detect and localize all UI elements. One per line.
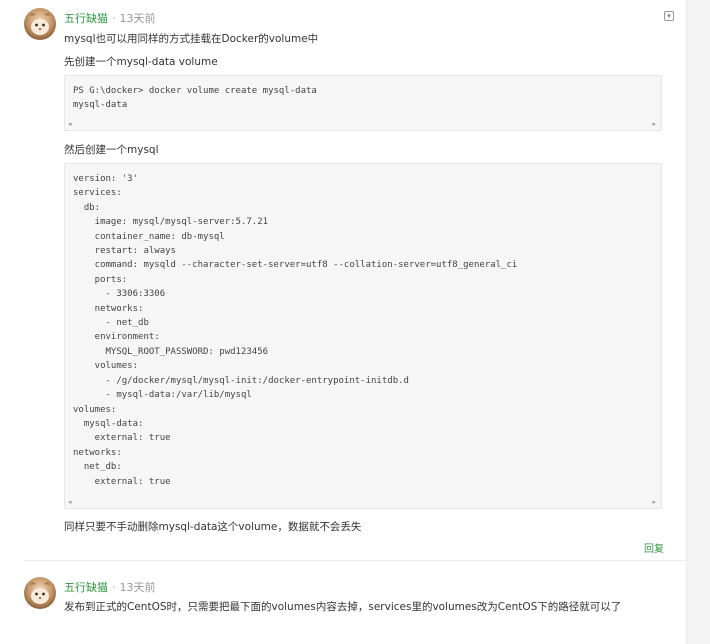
- comment-line-step1: 先创建一个mysql-data volume: [64, 56, 218, 68]
- collapse-icon[interactable]: ▾: [664, 11, 674, 21]
- reply-button[interactable]: 回复: [644, 540, 664, 555]
- comment-time: 13天前: [119, 581, 156, 594]
- separator-dot: ·: [112, 581, 116, 594]
- avatar[interactable]: [24, 577, 56, 609]
- scroll-right-icon[interactable]: ▸: [652, 120, 656, 128]
- author-name[interactable]: 五行缺猫: [64, 581, 108, 594]
- comment-line-step2: 然后创建一个mysql: [64, 144, 159, 156]
- comment-header: 五行缺猫 · 13天前: [64, 10, 156, 26]
- avatar[interactable]: [24, 8, 56, 40]
- comment-divider: [24, 560, 686, 561]
- page-side-gutter: [686, 0, 710, 644]
- code-text: version: '3' services: db: image: mysql/…: [73, 174, 518, 487]
- code-block-volume-create: PS G:\docker> docker volume create mysql…: [64, 75, 662, 131]
- comment-text: 发布到正式的CentOS时，只需要把最下面的volumes内容去掉，servic…: [64, 601, 622, 613]
- comment-2: 五行缺猫 · 13天前 发布到正式的CentOS时，只需要把最下面的volumes内…: [24, 577, 686, 637]
- comment-line-intro: mysql也可以用同样的方式挂载在Docker的volume中: [64, 33, 319, 45]
- comment-time: 13天前: [119, 12, 156, 25]
- separator-dot: ·: [112, 12, 116, 25]
- comment-header: 五行缺猫 · 13天前: [64, 579, 156, 595]
- author-name[interactable]: 五行缺猫: [64, 12, 108, 25]
- scroll-left-icon[interactable]: ◂: [68, 498, 72, 506]
- comment-1: 五行缺猫 · 13天前 ▾ mysql也可以用同样的方式挂载在Docker的volu…: [24, 8, 686, 555]
- code-text: PS G:\docker> docker volume create mysql…: [73, 86, 317, 111]
- horizontal-scrollbar[interactable]: ◂ ▸: [65, 496, 661, 508]
- scroll-right-icon[interactable]: ▸: [652, 498, 656, 506]
- comment-line-outro: 同样只要不手动删除mysql-data这个volume，数据就不会丢失: [64, 521, 362, 533]
- scroll-left-icon[interactable]: ◂: [68, 120, 72, 128]
- horizontal-scrollbar[interactable]: ◂ ▸: [65, 118, 661, 130]
- code-block-compose: version: '3' services: db: image: mysql/…: [64, 163, 662, 509]
